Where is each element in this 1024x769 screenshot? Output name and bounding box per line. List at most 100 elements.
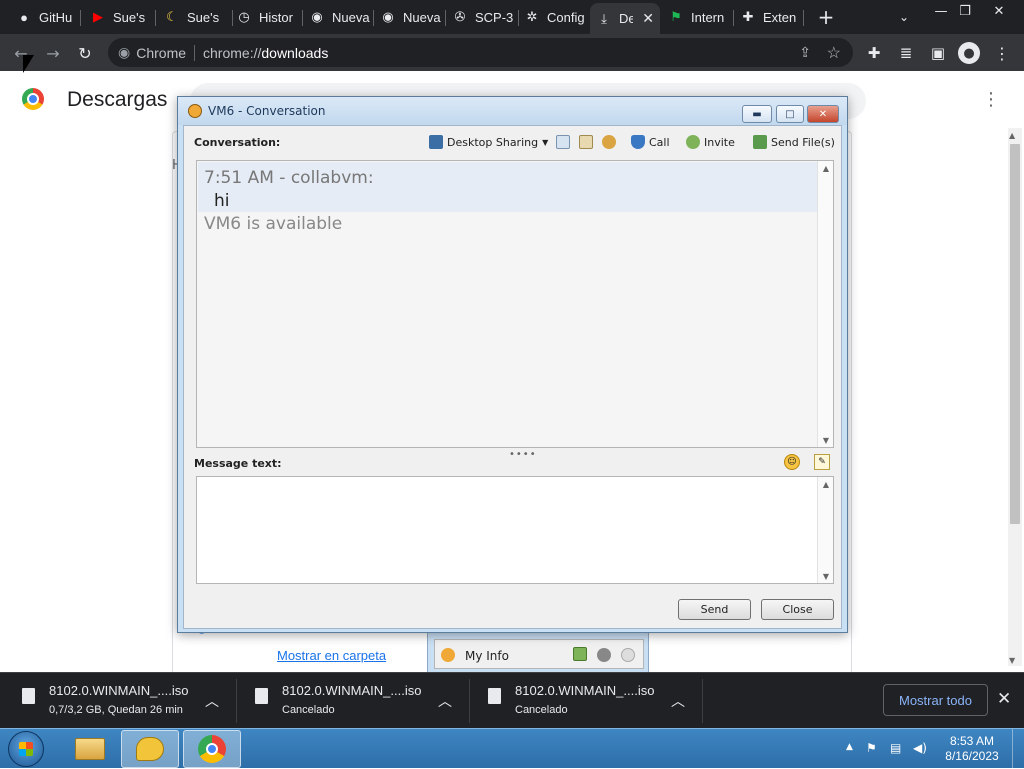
- chrome-menu-icon[interactable]: ⋮: [991, 42, 1013, 64]
- message-input[interactable]: ▲ ▼: [196, 476, 834, 584]
- page-title: Descargas: [67, 88, 168, 111]
- scroll-down-arrow-icon[interactable]: ▼: [818, 569, 834, 583]
- scroll-up-arrow-icon[interactable]: ▲: [818, 477, 834, 491]
- status-away-icon[interactable]: [621, 648, 635, 662]
- media-controls-icon[interactable]: ≣: [895, 42, 917, 64]
- maximize-icon[interactable]: □: [776, 105, 804, 123]
- activities-button[interactable]: [602, 132, 616, 152]
- tab-youtube[interactable]: ▶ Sue's: [84, 3, 152, 31]
- tab-search-chevron-icon[interactable]: ⌄: [893, 6, 915, 28]
- tab-close-icon[interactable]: ✕: [642, 10, 654, 27]
- input-scrollbar[interactable]: ▲ ▼: [817, 477, 833, 583]
- new-tab-icon[interactable]: +: [815, 5, 837, 29]
- reload-icon[interactable]: ↻: [74, 42, 96, 64]
- scroll-up-arrow-icon[interactable]: ▲: [818, 161, 834, 175]
- invite-button[interactable]: Invite: [686, 132, 735, 152]
- page-scrollbar-thumb[interactable]: [1010, 144, 1020, 524]
- tab-label: Sue's: [113, 9, 146, 25]
- youtube-icon: ▶: [93, 9, 103, 24]
- close-button[interactable]: Close: [761, 599, 834, 620]
- scroll-down-arrow-icon[interactable]: ▼: [818, 433, 834, 447]
- desktop-sharing-icon: [429, 135, 443, 149]
- download-item[interactable]: 8102.0.WINMAIN_....iso 0,7/3,2 GB, Queda…: [0, 673, 236, 729]
- tab-config[interactable]: ✲ Config: [518, 3, 588, 31]
- taskbar-explorer[interactable]: [61, 730, 119, 768]
- download-shelf: 8102.0.WINMAIN_....iso 0,7/3,2 GB, Queda…: [0, 672, 1024, 728]
- page-scrollbar[interactable]: [1008, 128, 1022, 666]
- share-icon[interactable]: ⇪: [799, 44, 811, 61]
- bookmark-star-icon[interactable]: ☆: [827, 43, 841, 63]
- taskbar-chrome[interactable]: [183, 730, 241, 768]
- tab-extensions[interactable]: ✚ Exten: [734, 3, 802, 31]
- side-panel-icon[interactable]: ▣: [927, 42, 949, 64]
- tab-separator: [803, 10, 804, 26]
- conversation-titlebar[interactable]: VM6 - Conversation ▬ □ ✕: [178, 97, 847, 125]
- chevron-up-icon[interactable]: ︿: [671, 691, 685, 711]
- tab-internet[interactable]: ⚑ Intern: [662, 3, 732, 31]
- page-menu-icon[interactable]: ⋮: [982, 89, 1000, 110]
- extensions-icon[interactable]: ✚: [863, 42, 885, 64]
- profile-card-button[interactable]: [579, 132, 593, 152]
- status-online-icon[interactable]: [573, 647, 587, 661]
- font-format-icon[interactable]: ✎: [814, 454, 830, 470]
- send-files-label: Send File(s): [771, 135, 835, 149]
- scroll-up-arrow-icon[interactable]: ▲: [1009, 131, 1015, 140]
- close-window-icon[interactable]: ✕: [984, 0, 1014, 22]
- forward-icon[interactable]: →: [42, 42, 64, 64]
- taskbar-messenger[interactable]: [121, 730, 179, 768]
- tab-downloads[interactable]: ⤓ De ✕: [590, 3, 660, 34]
- minimize-icon[interactable]: ▬: [742, 105, 772, 123]
- tab-label: Nueva: [332, 9, 370, 25]
- call-button[interactable]: Call: [631, 132, 670, 152]
- address-bar[interactable]: ◉ Chrome chrome:// downloads ⇪ ☆: [108, 38, 853, 67]
- file-icon: [488, 688, 501, 704]
- send-button[interactable]: Send: [678, 599, 751, 620]
- splitter-grip-icon[interactable]: ••••: [509, 449, 537, 460]
- tray-expand-icon[interactable]: ▲: [846, 742, 853, 752]
- tab-history[interactable]: ◷ Histor: [230, 3, 300, 31]
- close-shelf-icon[interactable]: ✕: [997, 689, 1011, 709]
- message-timestamp: 7:51 AM - collabvm:: [204, 168, 374, 188]
- close-icon[interactable]: ✕: [807, 105, 839, 123]
- system-clock[interactable]: 8:53 AM 8/16/2023: [940, 734, 1004, 764]
- my-info-label[interactable]: My Info: [465, 649, 509, 663]
- tab-github[interactable]: ● GitHu: [10, 3, 76, 31]
- show-desktop-button[interactable]: [1012, 729, 1024, 769]
- whiteboard-button[interactable]: [556, 132, 570, 152]
- tab-new-2[interactable]: ◉ Nueva: [374, 3, 444, 31]
- banana-icon: ☾: [166, 9, 178, 24]
- send-files-button[interactable]: Send File(s): [753, 132, 835, 152]
- network-icon[interactable]: ▤: [890, 741, 901, 755]
- restore-window-icon[interactable]: ❐: [950, 0, 980, 22]
- url-prefix: chrome://: [203, 44, 262, 61]
- volume-icon[interactable]: ◀): [913, 741, 927, 755]
- my-info-bar: My Info: [434, 639, 644, 669]
- tab-label: SCP-3: [475, 9, 514, 25]
- start-button[interactable]: [8, 731, 44, 767]
- scheme-label: Chrome: [136, 44, 187, 61]
- emoticon-icon[interactable]: ☺: [784, 454, 800, 470]
- show-all-button[interactable]: Mostrar todo: [883, 684, 988, 716]
- desktop-sharing-label: Desktop Sharing: [447, 135, 539, 149]
- chevron-up-icon[interactable]: ︿: [205, 691, 219, 711]
- action-center-flag-icon[interactable]: ⚑: [866, 741, 877, 755]
- messenger-buddy-icon: [188, 104, 202, 118]
- tab-sues[interactable]: ☾ Sue's: [158, 3, 230, 31]
- desktop-sharing-button[interactable]: Desktop Sharing ▼: [429, 132, 548, 152]
- conversation-scrollbar[interactable]: ▲ ▼: [817, 161, 833, 447]
- chevron-up-icon[interactable]: ︿: [438, 691, 452, 711]
- tab-scp[interactable]: ✇ SCP-3: [446, 3, 518, 31]
- profile-avatar-icon[interactable]: ●: [958, 42, 980, 64]
- send-file-icon: [753, 135, 767, 149]
- download-item[interactable]: 8102.0.WINMAIN_....iso Cancelado ︿: [233, 673, 469, 729]
- status-busy-icon[interactable]: [597, 648, 611, 662]
- tab-label: Intern: [691, 9, 725, 25]
- tab-strip: ● GitHu ▶ Sue's ☾ Sue's ◷ Histor ◉ Nueva…: [0, 0, 1024, 34]
- tab-new-1[interactable]: ◉ Nueva: [303, 3, 373, 31]
- download-item[interactable]: 8102.0.WINMAIN_....iso Cancelado ︿: [466, 673, 702, 729]
- show-in-folder-link[interactable]: Mostrar en carpeta: [277, 648, 386, 663]
- scroll-down-arrow-icon[interactable]: ▼: [1009, 656, 1015, 665]
- window-title: VM6 - Conversation: [208, 104, 326, 118]
- message-text-label: Message text:: [194, 457, 282, 470]
- puzzle-icon: ✚: [742, 9, 754, 24]
